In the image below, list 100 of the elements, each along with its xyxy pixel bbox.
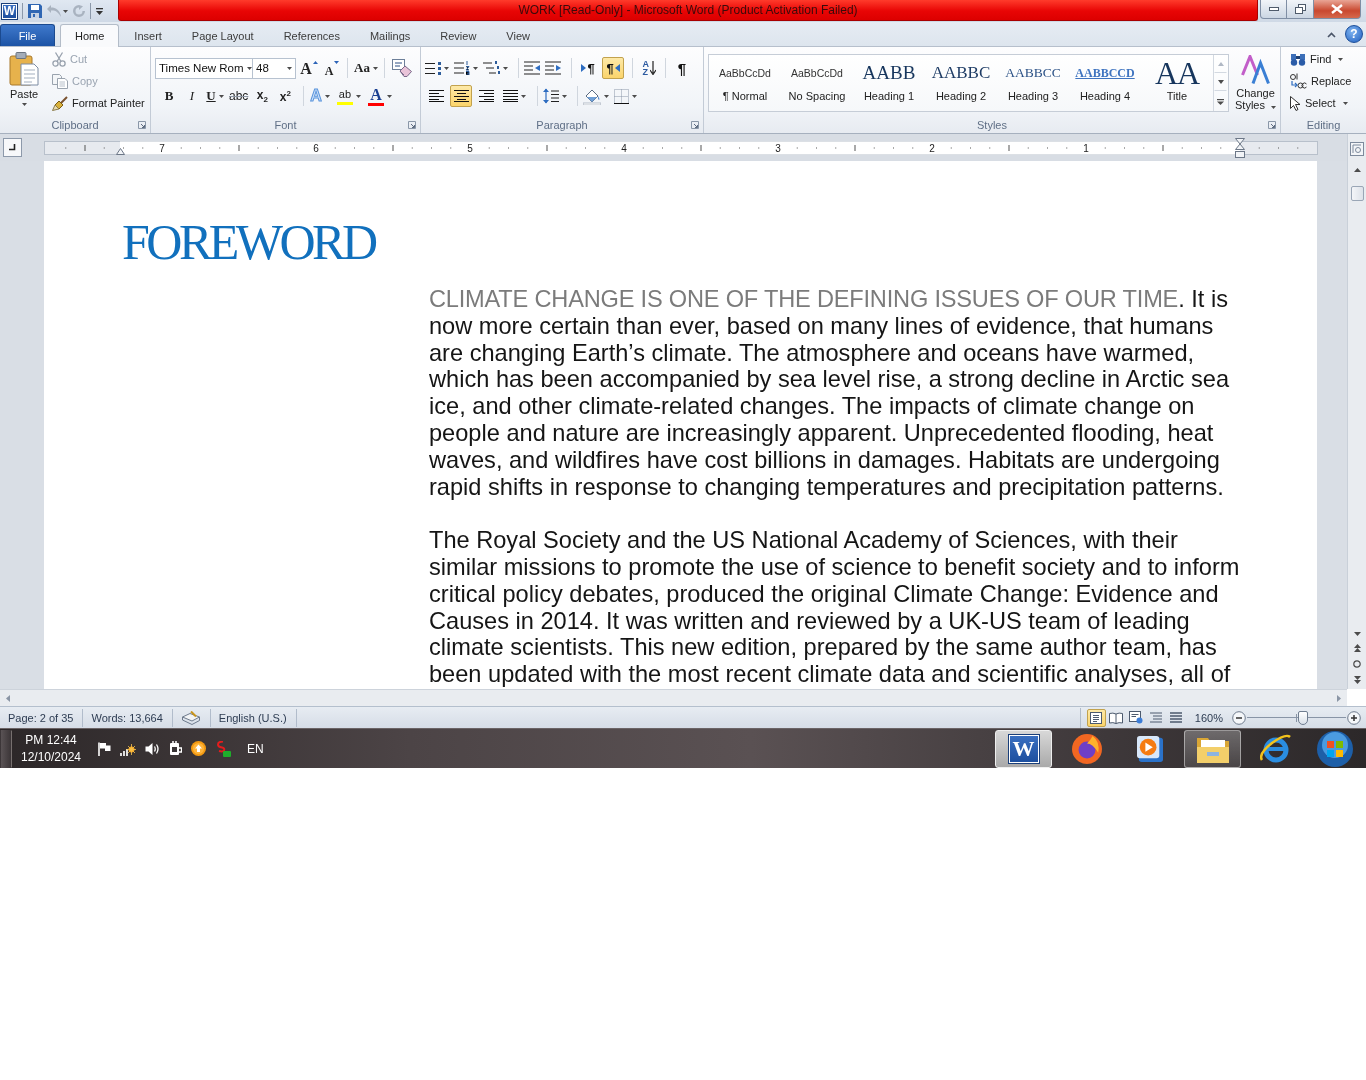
clock-date[interactable]: 12/10/2024 (20, 748, 82, 766)
clear-formatting-icon[interactable] (391, 59, 412, 77)
ribbon-tab[interactable]: Page Layout (176, 24, 269, 46)
replace-button[interactable]: Replace (1287, 70, 1366, 92)
change-styles-button[interactable]: Change Styles (1231, 54, 1280, 118)
style-option[interactable]: AABBCC Heading 3 (997, 55, 1069, 111)
power-plug-icon[interactable] (169, 741, 182, 756)
zoom-slider-thumb[interactable] (1298, 710, 1309, 725)
tray-app-icon[interactable] (215, 740, 231, 757)
ribbon-tab[interactable]: Home (60, 24, 120, 47)
flag-icon[interactable] (98, 741, 111, 756)
multilevel-list-icon[interactable] (483, 61, 500, 75)
highlight-button[interactable]: ab (335, 85, 362, 107)
font-name-field[interactable]: Times New Rom (155, 57, 253, 79)
tab-selector-button[interactable] (3, 138, 22, 157)
ribbon-tab[interactable]: References (268, 24, 355, 46)
paintbrush-icon (52, 95, 68, 111)
ruler-toggle-icon[interactable] (1350, 142, 1364, 156)
select-button[interactable]: Select (1287, 92, 1366, 114)
font-size-field[interactable]: 48 (252, 57, 296, 79)
taskbar-app-button[interactable] (1184, 729, 1241, 768)
word-logo[interactable]: W (2, 3, 17, 19)
ribbon-tab[interactable]: View (491, 24, 545, 46)
save-icon[interactable] (28, 4, 42, 18)
subscript-button[interactable]: x$_{2}$ (252, 85, 273, 107)
decrease-indent-icon[interactable] (524, 61, 541, 75)
speaker-icon[interactable] (145, 741, 160, 756)
next-page-icon[interactable] (1353, 676, 1361, 684)
italic-button[interactable]: I (182, 85, 202, 107)
show-desktop-button[interactable] (0, 729, 12, 768)
style-option[interactable]: AABBCCD Heading 4 (1069, 55, 1141, 111)
ribbon-tab[interactable]: Review (425, 24, 492, 46)
style-option[interactable]: AABBC Heading 2 (925, 55, 997, 111)
superscript-button[interactable]: x$^{2}$ (275, 85, 296, 107)
toolbar-menu-icon[interactable] (96, 7, 103, 15)
left-to-right-button[interactable]: ¶ (577, 57, 599, 79)
input-language[interactable]: EN (247, 741, 264, 756)
zoom-in-icon[interactable] (1347, 710, 1361, 725)
clock-time[interactable]: PM 12:44 (25, 731, 77, 749)
previous-page-icon[interactable] (1353, 644, 1361, 652)
line-spacing-icon[interactable] (543, 88, 559, 104)
grow-font-button[interactable]: A (299, 57, 319, 79)
style-option[interactable]: AaBbCcDd ¶ Normal (709, 55, 781, 111)
style-option[interactable]: AABB Heading 1 (853, 55, 925, 111)
taskbar-app-button[interactable]: W (995, 729, 1052, 768)
scrollbar-thumb[interactable] (1350, 186, 1364, 201)
network-icon[interactable] (120, 741, 136, 756)
web-page-icon (1129, 711, 1144, 724)
scroll-up-icon[interactable] (1353, 168, 1361, 172)
scroll-left-icon[interactable] (6, 694, 10, 702)
paste-button[interactable]: Paste (4, 48, 44, 114)
style-option[interactable]: AA Title (1141, 55, 1213, 111)
scroll-right-icon[interactable] (1337, 694, 1341, 702)
horizontal-scrollbar[interactable] (0, 689, 1347, 706)
file-tab[interactable]: File (0, 24, 55, 46)
word-count[interactable]: Words: 13,664 (83, 708, 173, 727)
close-button[interactable] (1314, 0, 1361, 19)
dialog-launcher-icon[interactable] (138, 121, 146, 129)
caret-icon (1342, 101, 1348, 105)
numbering-icon[interactable] (454, 61, 470, 75)
restore-button[interactable] (1287, 0, 1314, 19)
underline-button[interactable]: U (205, 85, 225, 107)
scroll-down-icon[interactable] (1353, 632, 1361, 636)
shrink-font-button[interactable]: A (322, 57, 342, 79)
paint-bucket-icon[interactable] (583, 87, 601, 105)
vertical-scrollbar[interactable] (1347, 134, 1366, 689)
language-indicator[interactable]: English (U.S.) (210, 708, 297, 727)
indent-marker-icon[interactable] (116, 147, 125, 155)
dialog-launcher-icon[interactable] (691, 121, 699, 129)
format-painter-button[interactable]: Format Painter (49, 92, 148, 114)
ribbon-tab[interactable]: Mailings (354, 24, 426, 46)
zoom-level[interactable]: 160% (1194, 711, 1223, 724)
ribbon-tab[interactable]: Insert (119, 24, 177, 46)
sort-button[interactable]: AZ (638, 57, 660, 79)
dialog-launcher-icon[interactable] (1268, 121, 1276, 129)
collapse-ribbon-icon[interactable] (1327, 32, 1336, 38)
print-layout-view-button[interactable] (1086, 708, 1106, 727)
bold-button[interactable]: B (159, 85, 179, 107)
browse-object-icon[interactable] (1353, 660, 1361, 668)
increase-indent-icon[interactable] (545, 61, 562, 75)
font-color-button[interactable]: A (366, 85, 393, 107)
borders-icon[interactable] (614, 88, 629, 104)
indent-marker-icon[interactable] (1235, 137, 1245, 158)
style-option[interactable]: AaBbCcDd No Spacing (781, 55, 853, 111)
update-icon[interactable] (191, 741, 206, 756)
find-button[interactable]: Find (1287, 48, 1366, 70)
right-to-left-button[interactable]: ¶ (602, 57, 624, 79)
caret-icon (372, 66, 378, 70)
show-formatting-marks-button[interactable]: ¶ (671, 57, 693, 79)
bullets-icon[interactable] (425, 61, 441, 75)
cursor-icon (1290, 95, 1301, 111)
proofing-book-icon[interactable] (181, 710, 200, 725)
minimize-button[interactable] (1260, 0, 1287, 19)
dialog-launcher-icon[interactable] (408, 121, 416, 129)
zoom-slider[interactable] (1247, 710, 1346, 725)
caret-icon (21, 103, 27, 106)
zoom-out-icon[interactable] (1232, 710, 1246, 725)
page-count[interactable]: Page: 2 of 35 (0, 708, 84, 727)
align-center-button[interactable] (450, 85, 472, 107)
change-case-button[interactable]: Aa (353, 57, 379, 79)
